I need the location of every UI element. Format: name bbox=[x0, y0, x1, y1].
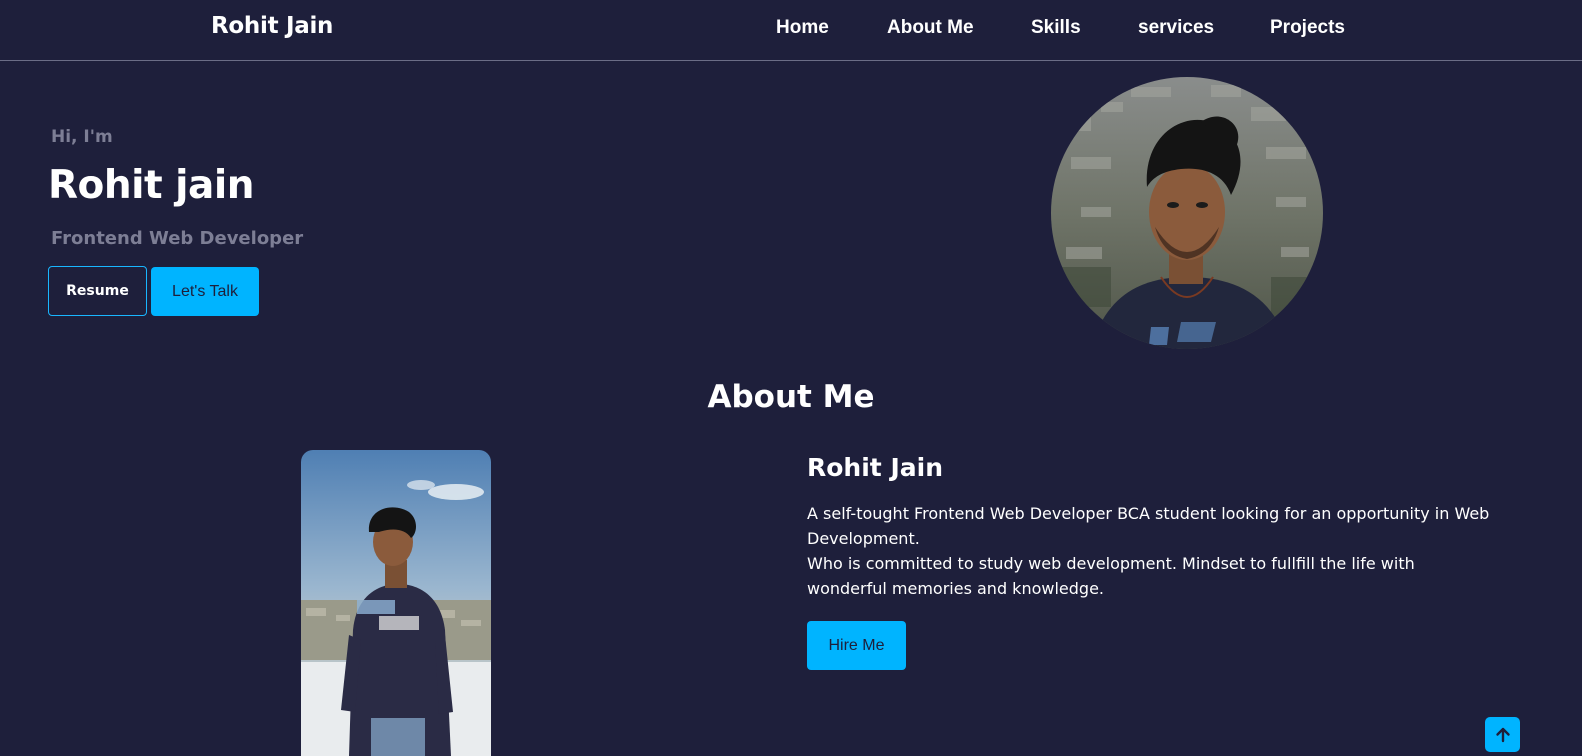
hero-role: Frontend Web Developer bbox=[51, 228, 304, 249]
arrow-up-icon bbox=[1495, 727, 1510, 742]
nav-services[interactable]: services bbox=[1138, 17, 1214, 39]
profile-photo bbox=[1051, 77, 1323, 349]
about-paragraph-2: Who is committed to study web developmen… bbox=[807, 554, 1415, 598]
about-paragraph-1: A self-tought Frontend Web Developer BCA… bbox=[807, 504, 1490, 548]
resume-button[interactable]: Resume bbox=[48, 266, 147, 316]
nav-skills[interactable]: Skills bbox=[1031, 17, 1081, 39]
nav-home[interactable]: Home bbox=[776, 17, 829, 39]
about-photo bbox=[301, 450, 491, 756]
hero-name: Rohit jain bbox=[48, 163, 255, 208]
nav-about-me[interactable]: About Me bbox=[887, 17, 974, 39]
about-description: A self-tought Frontend Web Developer BCA… bbox=[807, 501, 1497, 601]
nav-links: Home About Me Skills services Projects bbox=[0, 17, 1582, 41]
about-photo-image bbox=[301, 450, 491, 756]
nav-projects[interactable]: Projects bbox=[1270, 17, 1345, 39]
lets-talk-button[interactable]: Let's Talk bbox=[151, 267, 259, 316]
hero-greeting: Hi, I'm bbox=[51, 127, 113, 147]
about-name: Rohit Jain bbox=[807, 453, 943, 482]
navbar: Rohit Jain Home About Me Skills services… bbox=[0, 0, 1582, 61]
scroll-to-top-button[interactable] bbox=[1485, 717, 1520, 752]
hire-me-button[interactable]: Hire Me bbox=[807, 621, 906, 670]
about-title: About Me bbox=[707, 379, 875, 415]
profile-avatar bbox=[1051, 77, 1323, 349]
